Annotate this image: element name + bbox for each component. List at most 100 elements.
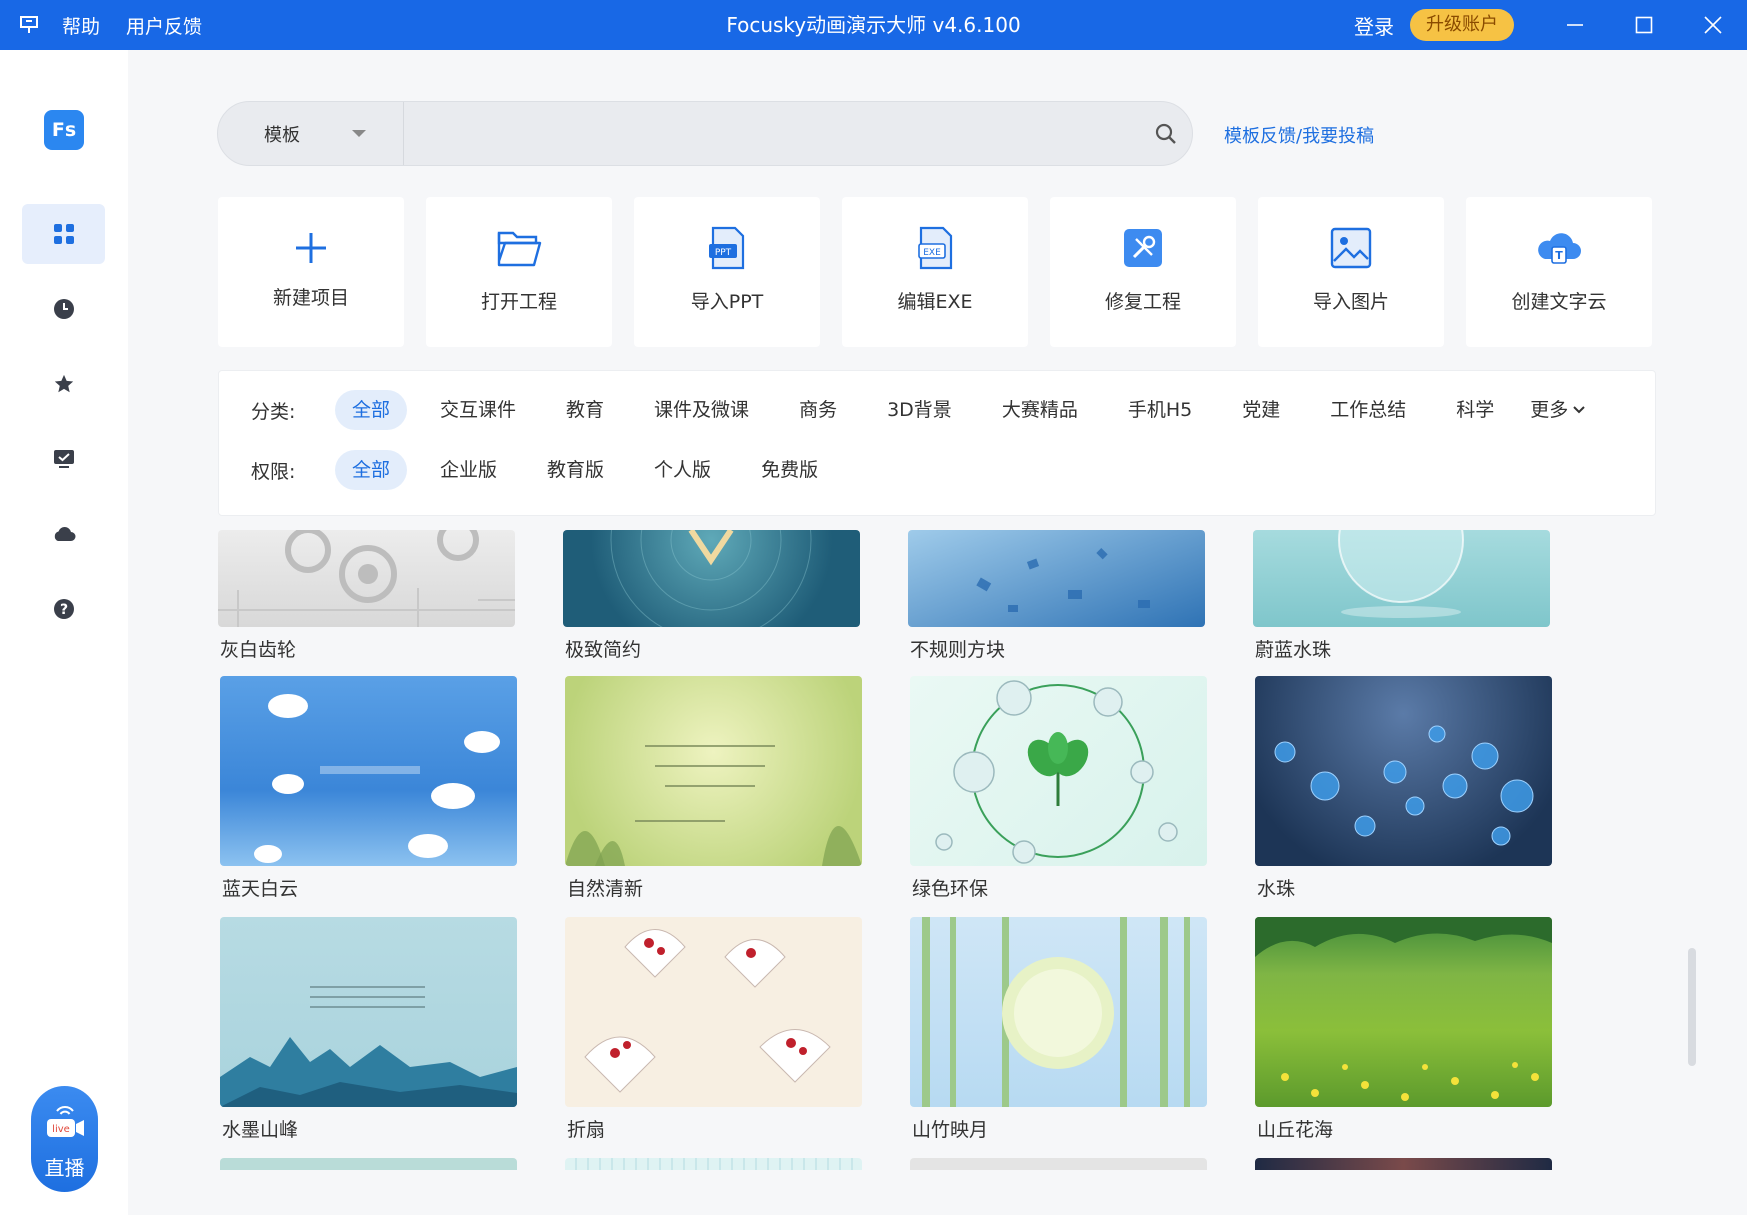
search-input[interactable]	[414, 114, 1134, 154]
template-card[interactable]: 蓝天白云	[220, 676, 517, 906]
minimize-icon[interactable]	[1540, 0, 1609, 50]
template-feedback-link[interactable]: 模板反馈/我要投稿	[1224, 122, 1374, 148]
sidebar-item-help[interactable]: ?	[22, 579, 105, 639]
repair-project-card[interactable]: 修复工程	[1050, 197, 1236, 347]
user-feedback-menu[interactable]: 用户反馈	[126, 12, 202, 39]
create-text-cloud-card[interactable]: T 创建文字云	[1466, 197, 1652, 347]
live-camera-icon: live	[47, 1106, 84, 1137]
text-cloud-icon: T	[1466, 225, 1652, 271]
category-chip[interactable]: 教育	[549, 390, 621, 430]
repair-tools-icon	[1050, 225, 1236, 271]
edit-exe-card[interactable]: EXE 编辑EXE	[842, 197, 1028, 347]
template-grid: 灰白齿轮 极致简约 不规则方块 蔚蓝水珠 蓝天白云 自然清新 绿色环保 水珠 水…	[218, 530, 1618, 1170]
permission-chip[interactable]: 教育版	[530, 450, 621, 490]
template-thumbnail	[1255, 917, 1552, 1107]
import-image-label: 导入图片	[1312, 291, 1389, 313]
search-type-dropdown[interactable]: 模板	[218, 102, 404, 165]
template-thumbnail	[910, 917, 1207, 1107]
template-thumbnail	[563, 530, 860, 627]
sidebar-item-cloud[interactable]	[22, 504, 105, 564]
category-chip[interactable]: 科学	[1439, 390, 1511, 430]
category-chip[interactable]: 3D背景	[870, 390, 969, 430]
category-chip[interactable]: 课件及微课	[637, 390, 766, 430]
more-categories-label: 更多	[1530, 399, 1569, 421]
template-card[interactable]	[220, 1158, 517, 1170]
template-card[interactable]: 蔚蓝水珠	[1253, 530, 1550, 661]
help-menu[interactable]: 帮助	[62, 12, 100, 39]
template-card[interactable]: 绿色环保	[910, 676, 1207, 906]
template-name: 水珠	[1257, 878, 1296, 900]
template-thumbnail	[220, 676, 517, 866]
title-bar-right: 登录 升级账户	[1354, 0, 1747, 50]
new-project-card[interactable]: 新建项目	[218, 197, 404, 347]
template-card[interactable]: 折扇	[565, 917, 862, 1147]
chevron-down-icon	[352, 130, 366, 137]
repair-project-label: 修复工程	[1104, 291, 1181, 313]
template-card[interactable]: 山竹映月	[910, 917, 1207, 1147]
svg-text:?: ?	[59, 602, 67, 618]
template-card[interactable]: 不规则方块	[908, 530, 1205, 661]
open-project-label: 打开工程	[480, 291, 557, 313]
template-thumbnail	[565, 1158, 862, 1170]
sidebar-item-recent[interactable]	[22, 279, 105, 339]
app-presenter-icon[interactable]	[18, 14, 40, 36]
category-chip[interactable]: 大赛精品	[985, 390, 1095, 430]
create-text-cloud-label: 创建文字云	[1511, 291, 1607, 313]
category-chip[interactable]: 党建	[1225, 390, 1297, 430]
fs-logo: Fs	[44, 110, 84, 150]
template-card[interactable]	[910, 1158, 1207, 1170]
ppt-file-icon: PPT	[634, 225, 820, 271]
template-card[interactable]: 自然清新	[565, 676, 862, 906]
login-link[interactable]: 登录	[1354, 11, 1394, 40]
sidebar: Fs ? live 直播	[0, 50, 128, 1215]
permission-chip[interactable]: 企业版	[423, 450, 514, 490]
template-name: 灰白齿轮	[220, 639, 297, 661]
category-filter-row: 分类: 全部 交互课件 教育 课件及微课 商务 3D背景 大赛精品 手机H5 党…	[219, 390, 1586, 430]
category-chip[interactable]: 手机H5	[1111, 390, 1209, 430]
sidebar-item-favorites[interactable]	[22, 354, 105, 414]
template-thumbnail	[565, 917, 862, 1107]
maximize-icon[interactable]	[1609, 0, 1678, 50]
sidebar-item-presentations[interactable]	[22, 429, 105, 489]
import-ppt-card[interactable]: PPT 导入PPT	[634, 197, 820, 347]
category-chip[interactable]: 工作总结	[1313, 390, 1423, 430]
title-bar-left: 帮助 用户反馈	[18, 0, 228, 50]
template-card[interactable]	[1255, 1158, 1552, 1170]
template-card[interactable]	[565, 1158, 862, 1170]
more-categories-button[interactable]: 更多	[1513, 390, 1572, 430]
permission-chip[interactable]: 免费版	[744, 450, 835, 490]
import-image-card[interactable]: 导入图片	[1258, 197, 1444, 347]
close-icon[interactable]	[1678, 0, 1747, 50]
template-thumbnail	[910, 1158, 1207, 1170]
category-chip[interactable]: 商务	[782, 390, 854, 430]
category-chip-all[interactable]: 全部	[335, 390, 408, 430]
grid-icon	[53, 224, 74, 244]
template-name: 蓝天白云	[222, 878, 299, 900]
svg-text:T: T	[1555, 249, 1563, 262]
template-grid-scrollbar[interactable]	[1688, 948, 1696, 1066]
open-project-card[interactable]: 打开工程	[426, 197, 612, 347]
template-card[interactable]: 山丘花海	[1255, 917, 1552, 1147]
exe-file-icon: EXE	[842, 225, 1028, 271]
template-card[interactable]: 灰白齿轮	[218, 530, 515, 661]
template-card[interactable]: 水珠	[1255, 676, 1552, 906]
permission-chip-all[interactable]: 全部	[335, 450, 408, 490]
template-name: 折扇	[567, 1119, 606, 1141]
sidebar-item-templates[interactable]	[22, 204, 105, 264]
image-icon	[1258, 225, 1444, 271]
title-bar: 帮助 用户反馈 Focusky动画演示大师 v4.6.100 登录 升级账户	[0, 0, 1747, 50]
upgrade-account-button[interactable]: 升级账户	[1410, 9, 1514, 41]
plus-icon	[218, 225, 404, 271]
clock-icon	[53, 299, 74, 319]
permission-chip[interactable]: 个人版	[637, 450, 728, 490]
category-chip[interactable]: 交互课件	[423, 390, 533, 430]
template-card[interactable]: 极致简约	[563, 530, 860, 661]
svg-text:EXE: EXE	[923, 248, 941, 258]
template-thumbnail	[908, 530, 1205, 627]
template-card[interactable]: 水墨山峰	[220, 917, 517, 1147]
template-thumbnail	[1255, 1158, 1552, 1170]
cloud-icon	[54, 527, 75, 541]
search-icon[interactable]	[1154, 122, 1178, 146]
template-thumbnail	[220, 917, 517, 1107]
live-stream-button[interactable]: live 直播	[31, 1086, 98, 1192]
